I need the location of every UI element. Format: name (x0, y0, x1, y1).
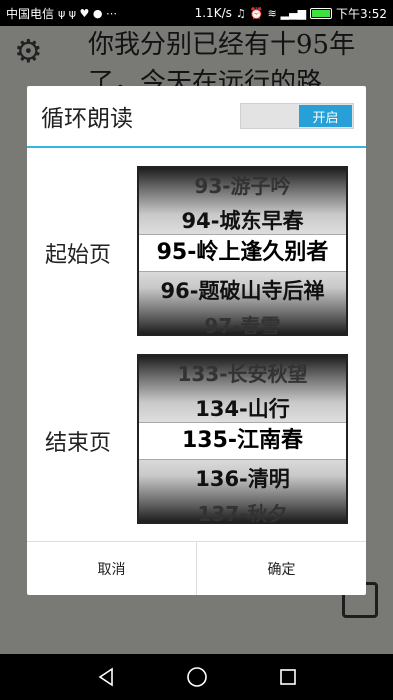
notification-icons: ψ ψ ♥ ● ⋯ (58, 6, 117, 20)
network-speed: 1.1K/s (194, 6, 232, 20)
end-page-row: 结束页 133-长安秋望 134-山行 135-江南春 136-清明 137-秋… (27, 354, 366, 524)
wifi-icon: ≋ (267, 6, 277, 20)
picker-option[interactable]: 133-长安秋望 (139, 358, 346, 387)
start-page-picker[interactable]: 93-游子吟 94-城东早春 95-岭上逢久别者 96-题破山寺后禅 97-春雪 (137, 166, 348, 336)
start-page-row: 起始页 93-游子吟 94-城东早春 95-岭上逢久别者 96-题破山寺后禅 9… (27, 166, 366, 336)
battery-icon (310, 7, 333, 19)
picker-option[interactable]: 97-春雪 (139, 310, 346, 334)
headphones-icon: ♫ (235, 6, 246, 20)
picker-option[interactable]: 136-清明 (139, 463, 346, 493)
picker-option[interactable]: 134-山行 (139, 393, 346, 423)
back-icon[interactable] (93, 664, 119, 690)
home-icon[interactable] (184, 664, 210, 690)
picker-selected-option[interactable]: 95-岭上逢久别者 (139, 234, 346, 272)
clock: 下午3:52 (336, 6, 387, 21)
confirm-button[interactable]: 确定 (196, 542, 366, 595)
loop-reading-dialog: 循环朗读 开启 起始页 93-游子吟 94-城东早春 95-岭上逢久别者 96-… (27, 86, 366, 595)
start-page-label: 起始页 (45, 243, 112, 268)
nav-bar (0, 654, 393, 700)
alarm-icon: ⏰ (249, 6, 264, 20)
end-page-label: 结束页 (45, 431, 112, 456)
picker-option[interactable]: 93-游子吟 (139, 170, 346, 199)
dialog-title: 循环朗读 (41, 106, 133, 132)
end-page-picker[interactable]: 133-长安秋望 134-山行 135-江南春 136-清明 137-秋夕 (137, 354, 348, 524)
status-bar: 中国电信 ψ ψ ♥ ● ⋯ 1.1K/s ♫ ⏰ ≋ ▂▄▆ 下午3:52 (0, 0, 393, 26)
toggle-on-label: 开启 (299, 105, 352, 127)
loop-toggle[interactable]: 开启 (240, 103, 354, 129)
dialog-header: 循环朗读 开启 (27, 86, 366, 148)
picker-selected-option[interactable]: 135-江南春 (139, 422, 346, 460)
carrier-label: 中国电信 (6, 6, 55, 21)
cancel-button[interactable]: 取消 (27, 542, 196, 595)
signal-icon: ▂▄▆ (280, 6, 307, 20)
dialog-footer: 取消 确定 (27, 541, 366, 595)
picker-option[interactable]: 96-题破山寺后禅 (139, 275, 346, 305)
picker-option[interactable]: 137-秋夕 (139, 498, 346, 522)
recents-icon[interactable] (275, 664, 301, 690)
picker-option[interactable]: 94-城东早春 (139, 205, 346, 235)
